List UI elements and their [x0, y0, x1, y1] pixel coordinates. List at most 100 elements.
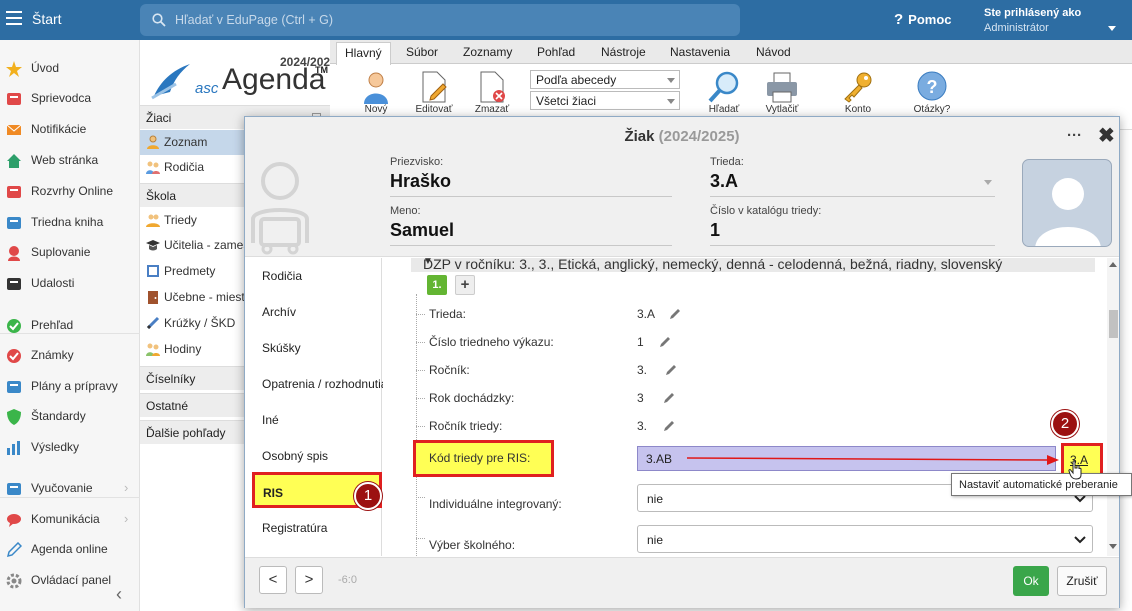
nav-item-4[interactable]: Rozvrhy Online	[0, 179, 140, 205]
chevron-down-icon	[1074, 536, 1086, 544]
bar-chart-icon	[6, 440, 22, 456]
nav-item-13[interactable]: Vyučovanie ›	[0, 476, 140, 502]
dialog-tab-0[interactable]: Rodičia	[246, 258, 382, 292]
content-scrollbar[interactable]	[1107, 258, 1119, 556]
chevron-right-icon: ›	[124, 480, 129, 495]
class-dropdown-chevron-icon[interactable]	[984, 180, 992, 185]
nav-item-12[interactable]: Výsledky	[0, 435, 140, 461]
nav-item-label: Notifikácie	[31, 122, 87, 136]
collapse-nav-icon[interactable]: ‹	[116, 584, 122, 605]
pencil-icon[interactable]	[663, 391, 676, 404]
club-icon	[146, 316, 160, 330]
section-header[interactable]: ▼ DZP v ročníku: 3., 3., Etická, anglick…	[411, 258, 1095, 272]
dialog-tab-4[interactable]: Iné	[246, 402, 382, 436]
logged-in-label: Ste prihlásený ako	[984, 7, 1082, 19]
pencil-icon[interactable]	[659, 335, 672, 348]
prev-record-button[interactable]: <	[259, 566, 287, 594]
help-button[interactable]: ? Pomoc	[894, 11, 952, 28]
add-record-button[interactable]: +	[455, 275, 475, 295]
user-menu-chevron-icon[interactable]	[1108, 26, 1116, 31]
question-icon: ?	[894, 11, 904, 28]
field-row: Číslo triedneho výkazu: 1	[383, 328, 1107, 356]
questions-button[interactable]: ? Otázky?	[908, 70, 956, 115]
ris-content: ▼ DZP v ročníku: 3., 3., Etická, anglick…	[383, 258, 1107, 556]
ribbon-tab-6[interactable]: Návod	[756, 45, 791, 59]
account-button[interactable]: Konto	[834, 70, 882, 115]
nav-item-6[interactable]: Suplovanie	[0, 240, 140, 266]
ribbon-tab-3[interactable]: Pohľad	[537, 45, 575, 59]
ribbon-tab-4[interactable]: Nástroje	[601, 45, 646, 59]
name-field[interactable]: Samuel	[390, 220, 672, 246]
find-button[interactable]: Hľadať	[700, 70, 748, 115]
surname-field[interactable]: Hraško	[390, 171, 672, 197]
close-icon[interactable]: ✖	[1098, 123, 1115, 148]
dialog-tab-5[interactable]: Osobný spis	[246, 438, 382, 472]
scrollbar-thumb[interactable]	[1109, 310, 1118, 338]
nav-item-8[interactable]: Prehľad	[0, 313, 140, 339]
new-button[interactable]: Nový	[352, 70, 400, 115]
nav-item-15[interactable]: Agenda online	[0, 537, 140, 563]
nav-item-10[interactable]: Plány a prípravy	[0, 374, 140, 400]
annotation-marker-1: 1	[354, 482, 382, 510]
next-record-button[interactable]: >	[295, 566, 323, 594]
door-icon	[148, 291, 158, 304]
nav-divider	[0, 333, 140, 334]
nav-item-7[interactable]: Udalosti	[0, 271, 140, 297]
more-options-icon[interactable]: ···	[1067, 127, 1082, 144]
hamburger-menu-icon[interactable]	[6, 11, 22, 25]
top-bar: Štart Hľadať v EduPage (Ctrl + G) ? Pomoc…	[0, 0, 1132, 40]
subject-icon	[147, 265, 159, 277]
search-input[interactable]: Hľadať v EduPage (Ctrl + G)	[140, 4, 740, 36]
nav-item-11[interactable]: Štandardy	[0, 404, 140, 430]
student-photo[interactable]	[1022, 159, 1112, 247]
sort-select[interactable]: Podľa abecedy	[530, 70, 680, 89]
nav-item-1[interactable]: Sprievodca	[0, 86, 140, 112]
nav-item-9[interactable]: Známky	[0, 343, 140, 369]
pencil-icon[interactable]	[665, 363, 678, 376]
person-icon	[6, 245, 22, 261]
ribbon-tab-5[interactable]: Nastavenia	[670, 45, 730, 59]
nav-item-2[interactable]: Notifikácie	[0, 117, 140, 143]
record-badge[interactable]: 1.	[427, 275, 447, 295]
edit-document-icon	[422, 71, 447, 103]
catalog-field[interactable]: 1	[710, 220, 995, 246]
pencil-icon[interactable]	[669, 307, 682, 320]
dialog-tab-label: Osobný spis	[262, 449, 329, 463]
class-field[interactable]: 3.A	[710, 171, 995, 197]
edit-button[interactable]: Editovať	[410, 70, 458, 115]
dialog-tab-3[interactable]: Opatrenia / rozhodnutia	[246, 366, 387, 400]
gear-icon	[6, 573, 22, 589]
nav-item-14[interactable]: Komunikácia ›	[0, 507, 140, 533]
ribbon-tab-2[interactable]: Zoznamy	[463, 45, 512, 59]
nav-item-label: Web stránka	[31, 153, 99, 167]
scroll-up-arrow-icon[interactable]	[1109, 262, 1117, 267]
logo-agenda: Agenda	[222, 63, 326, 96]
main-nav: Úvod Sprievodca Notifikácie Web stránka Rozv…	[0, 40, 140, 611]
ris-code-input[interactable]: 3.AB	[637, 446, 1056, 471]
tuition-select[interactable]: nie	[637, 525, 1093, 553]
pencil-icon[interactable]	[663, 419, 676, 432]
dialog-tab-label: Iné	[262, 413, 279, 427]
delete-button[interactable]: Zmazať	[468, 70, 516, 115]
ribbon-tab-1[interactable]: Súbor	[406, 45, 438, 59]
scroll-down-arrow-icon[interactable]	[1109, 544, 1117, 549]
question-circle-icon: ?	[917, 71, 947, 101]
user-role[interactable]: Administrátor	[984, 22, 1049, 34]
dialog-tab-2[interactable]: Skúšky	[246, 330, 382, 364]
ribbon-tab-0[interactable]: Hlavný	[336, 42, 391, 65]
cancel-button[interactable]: Zrušiť	[1057, 566, 1107, 596]
dialog-tab-1[interactable]: Archív	[246, 294, 382, 328]
nav-item-5[interactable]: Triedna kniha	[0, 210, 140, 236]
nav-item-0[interactable]: Úvod	[0, 56, 140, 82]
nav-item-3[interactable]: Web stránka	[0, 148, 140, 174]
print-button[interactable]: Vytlačiť	[758, 70, 806, 115]
chevron-down-icon	[667, 99, 675, 104]
field-row: Trieda: 3.A	[383, 300, 1107, 328]
hand-cursor-icon	[1068, 460, 1082, 480]
shield-icon	[6, 409, 22, 425]
filter-select[interactable]: Všetci žiaci	[530, 91, 680, 110]
dialog-tab-7[interactable]: Registratúra	[246, 510, 382, 544]
start-link[interactable]: Štart	[32, 11, 62, 27]
briefcase-icon	[6, 379, 22, 395]
ok-button[interactable]: Ok	[1013, 566, 1049, 596]
